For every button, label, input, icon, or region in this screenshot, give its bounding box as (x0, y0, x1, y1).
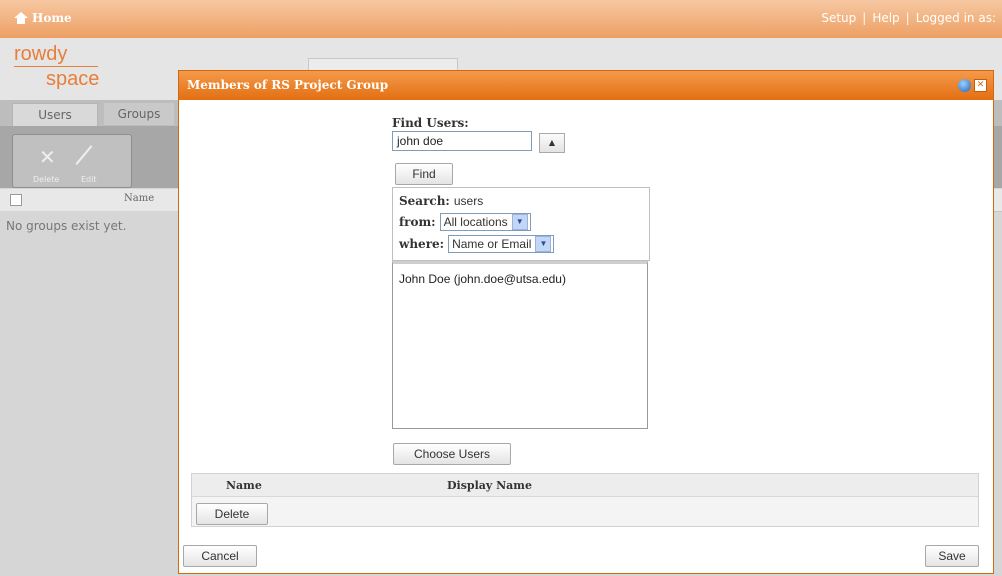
find-button[interactable]: Find (395, 163, 453, 185)
where-select[interactable]: Name or Email ▼ (448, 235, 555, 253)
tab-users[interactable]: Users (12, 103, 98, 127)
home-label: Home (32, 11, 72, 25)
home-link[interactable]: Home (14, 11, 72, 25)
setup-link[interactable]: Setup (821, 11, 856, 25)
choose-users-button[interactable]: Choose Users (393, 443, 511, 465)
logged-in-label: Logged in as: (915, 11, 996, 25)
help-link[interactable]: Help (872, 11, 899, 25)
save-button[interactable]: Save (925, 545, 979, 567)
select-all-checkbox[interactable] (10, 194, 22, 206)
from-label: from: (399, 215, 436, 229)
tab-groups[interactable]: Groups (104, 103, 174, 125)
empty-message: No groups exist yet. (6, 219, 127, 233)
from-select-value: All locations (443, 215, 508, 229)
results-list[interactable]: John Doe (john.doe@utsa.edu) (392, 261, 648, 429)
where-row: where: Name or Email ▼ (399, 235, 555, 253)
search-row: Search: users (399, 194, 483, 208)
from-row: from: All locations ▼ (399, 213, 531, 231)
collapse-button[interactable]: ▲ (539, 133, 565, 153)
chevron-down-icon: ▼ (535, 236, 552, 252)
chevron-down-icon: ▼ (511, 214, 528, 230)
edit-icon (75, 145, 93, 165)
close-icon[interactable]: ✕ (974, 79, 987, 92)
top-links: Setup | Help | Logged in as: (821, 11, 996, 25)
cancel-button[interactable]: Cancel (183, 545, 257, 567)
logo-line1: rowdy (14, 43, 68, 65)
separator: | (862, 11, 867, 25)
where-select-value: Name or Email (452, 237, 532, 251)
members-table: Name Display Name Delete (191, 473, 979, 527)
globe-icon[interactable] (958, 79, 971, 92)
find-users-label: Find Users: (392, 116, 469, 130)
search-options: Search: users from: All locations ▼ wher… (392, 187, 650, 261)
members-dialog: Members of RS Project Group ✕ Find Users… (178, 70, 994, 574)
toolbar-buttons[interactable]: ✕ Delete Edit (12, 134, 132, 188)
delete-icon: ✕ (39, 145, 56, 169)
search-label: Search: (399, 194, 450, 208)
edit-label: Edit (81, 175, 97, 184)
logo-rule (14, 66, 98, 67)
where-label: where: (399, 237, 445, 251)
delete-label: Delete (33, 175, 60, 184)
groups-panel (0, 211, 180, 576)
column-display-name: Display Name (447, 479, 532, 492)
delete-button[interactable]: Delete (196, 503, 268, 525)
top-bar: Home Setup | Help | Logged in as: (0, 0, 1002, 38)
dialog-titlebar: Members of RS Project Group ✕ (179, 71, 993, 100)
find-users-input[interactable]: john doe (392, 131, 532, 151)
rowdyspace-logo: rowdy space (14, 44, 99, 89)
home-icon (14, 12, 28, 24)
column-name: Name (226, 479, 262, 492)
members-table-header: Name Display Name (192, 474, 978, 497)
dialog-title: Members of RS Project Group (187, 78, 389, 92)
column-name: Name (124, 193, 155, 204)
from-select[interactable]: All locations ▼ (439, 213, 531, 231)
search-value: users (453, 194, 484, 208)
separator: | (905, 11, 910, 25)
logo-line2: space (46, 68, 100, 90)
list-item[interactable]: John Doe (john.doe@utsa.edu) (399, 272, 566, 286)
